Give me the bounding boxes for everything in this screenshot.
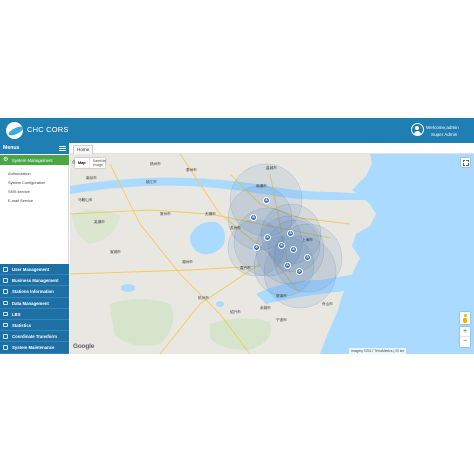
city-label: 绍兴市 [230,310,241,314]
sidebar-item-business-management[interactable]: Business Management [0,275,69,287]
station-marker[interactable]: A [253,244,260,251]
city-label: 舟山市 [322,302,333,306]
sidebar-item-lbs[interactable]: LBS [0,308,69,320]
city-label: 南通市 [256,184,267,188]
city-label: 扬州市 [150,162,161,166]
location-icon [3,311,8,317]
sidebar-item-label: Stations Information [12,289,54,295]
chart-icon [3,322,8,328]
menus-title: Menus [3,145,20,151]
sidebar-item-label: Data Management [12,300,49,306]
sidebar-item-system-maintenance[interactable]: System Maintenance [0,342,69,354]
sidebar-item-label: Business Management [12,278,59,284]
sidebar-item-label: System Management [12,157,53,163]
zoom-out-button[interactable]: − [460,337,470,347]
map-type-control: Map Satellite Image [75,158,106,168]
app-title: CHC CORS [27,125,69,134]
submenu-email-service[interactable]: E-mail Service [8,198,33,203]
google-logo: Google [73,343,95,350]
tab-home[interactable]: Home [73,144,94,154]
station-marker[interactable]: A [296,268,303,275]
city-label: 镇江市 [146,180,157,184]
fullscreen-icon[interactable] [461,158,470,167]
zoom-in-button[interactable]: + [460,327,470,337]
map-type-map-button[interactable]: Map [75,158,89,168]
sidebar-item-system-management[interactable]: ⚙ System Management [0,155,69,165]
map-canvas[interactable] [70,154,474,354]
gear-icon: ⚙ [3,157,9,163]
sidebar-item-label: User Management [12,267,50,272]
station-marker[interactable]: A [284,262,291,269]
sidebar-item-label: System Maintenance [12,345,55,351]
city-label: 上海市 [302,238,313,242]
city-label: 盐城市 [266,166,277,170]
chc-logo-icon [6,122,23,139]
city-label: 嘉兴市 [240,266,251,270]
sidebar-item-stations-information[interactable]: Stations Information [0,286,69,298]
user-welcome-text[interactable]: Welcome,admin [426,125,459,130]
city-label: 余姚市 [260,306,271,310]
menu-toggle-icon[interactable] [59,146,66,151]
map-attribution[interactable]: Imagery ©2017 TerraMetrics | 20 km [349,348,407,354]
sidebar-item-label: Coordinate Transform [12,334,57,340]
briefcase-icon [3,278,8,283]
app-window: CHC CORS Welcome,admin Super Admin Menus… [0,118,474,354]
sidebar-item-data-management[interactable]: Data Management [0,297,69,309]
transform-icon [3,334,8,339]
city-label: 南京市 [86,176,97,180]
station-marker[interactable]: A [287,230,294,237]
station-marker[interactable]: A [250,214,257,221]
submenu-sms-service[interactable]: SMS service [8,189,30,194]
user-role-text: Super Admin [431,132,458,137]
station-map[interactable]: A A A A A A A A A A 镇江市 常州市 无锡市 苏州市 上海市 … [70,154,474,354]
user-avatar-icon[interactable] [411,123,424,136]
city-label: 宣城市 [110,250,121,254]
map-type-satellite-button[interactable]: Satellite Image [88,158,106,168]
menus-header: Menus [0,143,69,154]
submenu-system-configuration[interactable]: System Configuration [8,180,45,185]
wrench-icon [3,345,8,350]
top-header: CHC CORS Welcome,admin Super Admin [0,118,474,143]
sidebar-item-user-management[interactable]: User Management [0,264,69,276]
station-marker[interactable]: A [290,246,297,253]
lake-small-1 [121,284,135,292]
sidebar-item-label: Statistics [12,322,32,328]
station-marker[interactable]: A [264,234,271,241]
city-label: 泰州市 [186,168,197,172]
tab-strip: Home [70,143,474,154]
users-icon [3,267,8,272]
city-label: 湖州市 [182,260,193,264]
station-marker[interactable]: A [263,197,270,204]
city-label: 马鞍山市 [78,198,93,202]
city-label: 常州市 [160,212,171,216]
city-label: 芜湖市 [94,220,105,224]
lake-small-2 [216,301,224,307]
sidebar-item-coordinate-transform[interactable]: Coordinate Transform [0,331,69,343]
pegman-icon[interactable] [460,312,470,324]
city-label: 无锡市 [205,212,216,216]
sidebar: Menus ⚙ System Management Authorization … [0,143,69,354]
sidebar-nav: User Management Business Management Stat… [0,264,69,354]
sidebar-item-label: LBS [12,311,21,317]
database-icon [3,300,8,306]
station-icon [3,289,8,294]
zoom-control: + − [460,327,470,347]
sidebar-item-statistics[interactable]: Statistics [0,319,69,332]
city-label: 慈溪市 [276,294,287,298]
submenu-authorization[interactable]: Authorization [8,171,31,176]
station-marker[interactable]: A [278,242,285,249]
station-marker[interactable]: A [304,254,311,261]
city-label: 杭州市 [198,296,209,300]
city-label: 宁波市 [276,318,287,322]
city-label: 苏州市 [230,226,241,230]
